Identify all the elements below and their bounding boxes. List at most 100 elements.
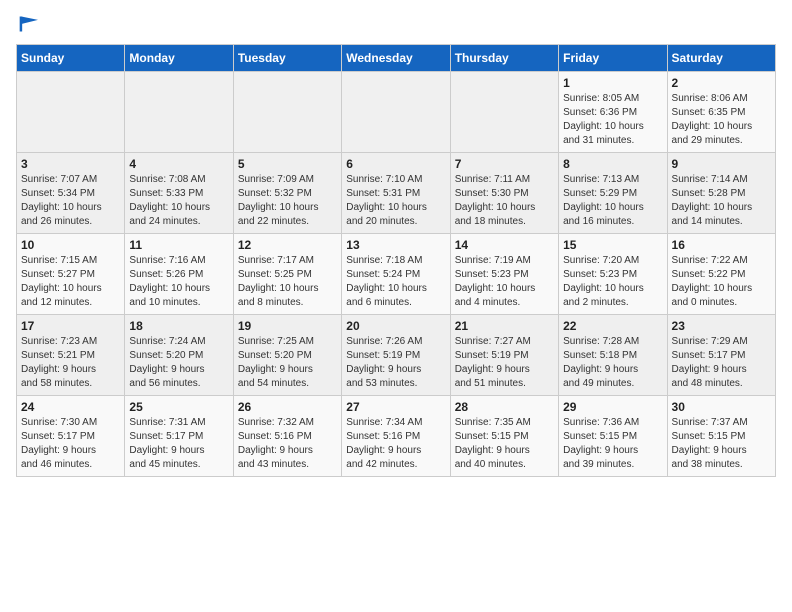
day-number: 14 — [455, 238, 554, 252]
calendar-day-cell: 22 Sunrise: 7:28 AM Sunset: 5:18 PM Dayli… — [559, 315, 667, 396]
calendar-day-cell: 26 Sunrise: 7:32 AM Sunset: 5:16 PM Dayli… — [233, 396, 341, 477]
calendar-day-cell: 28 Sunrise: 7:35 AM Sunset: 5:15 PM Dayli… — [450, 396, 558, 477]
calendar-day-cell: 6 Sunrise: 7:10 AM Sunset: 5:31 PM Daylig… — [342, 153, 450, 234]
calendar-day-cell — [233, 72, 341, 153]
calendar-day-cell: 8 Sunrise: 7:13 AM Sunset: 5:29 PM Daylig… — [559, 153, 667, 234]
logo — [16, 16, 38, 32]
calendar-day-cell: 9 Sunrise: 7:14 AM Sunset: 5:28 PM Daylig… — [667, 153, 775, 234]
day-number: 3 — [21, 157, 120, 171]
day-number: 4 — [129, 157, 228, 171]
calendar-day-cell — [125, 72, 233, 153]
calendar-day-cell: 23 Sunrise: 7:29 AM Sunset: 5:17 PM Dayli… — [667, 315, 775, 396]
calendar-day-cell: 11 Sunrise: 7:16 AM Sunset: 5:26 PM Dayli… — [125, 234, 233, 315]
weekday-header: Sunday — [17, 45, 125, 72]
calendar-day-cell: 10 Sunrise: 7:15 AM Sunset: 5:27 PM Dayli… — [17, 234, 125, 315]
day-number: 27 — [346, 400, 445, 414]
day-info: Sunrise: 7:20 AM Sunset: 5:23 PM Dayligh… — [563, 254, 662, 310]
calendar-day-cell: 13 Sunrise: 7:18 AM Sunset: 5:24 PM Dayli… — [342, 234, 450, 315]
calendar-header: SundayMondayTuesdayWednesdayThursdayFrid… — [17, 45, 776, 72]
weekday-header: Monday — [125, 45, 233, 72]
day-number: 8 — [563, 157, 662, 171]
day-number: 17 — [21, 319, 120, 333]
day-number: 1 — [563, 76, 662, 90]
calendar-day-cell: 21 Sunrise: 7:27 AM Sunset: 5:19 PM Dayli… — [450, 315, 558, 396]
calendar-day-cell: 3 Sunrise: 7:07 AM Sunset: 5:34 PM Daylig… — [17, 153, 125, 234]
weekday-header: Friday — [559, 45, 667, 72]
day-number: 15 — [563, 238, 662, 252]
calendar-day-cell: 24Sunrise: 7:30 AM Sunset: 5:17 PM Dayli… — [17, 396, 125, 477]
page-header — [16, 16, 776, 32]
calendar-day-cell: 1 Sunrise: 8:05 AM Sunset: 6:36 PM Daylig… — [559, 72, 667, 153]
day-info: Sunrise: 7:30 AM Sunset: 5:17 PM Dayligh… — [21, 416, 120, 472]
day-info: Sunrise: 7:25 AM Sunset: 5:20 PM Dayligh… — [238, 335, 337, 391]
day-info: Sunrise: 7:35 AM Sunset: 5:15 PM Dayligh… — [455, 416, 554, 472]
calendar-day-cell: 4 Sunrise: 7:08 AM Sunset: 5:33 PM Daylig… — [125, 153, 233, 234]
day-info: Sunrise: 7:10 AM Sunset: 5:31 PM Dayligh… — [346, 173, 445, 229]
day-number: 2 — [672, 76, 771, 90]
day-number: 30 — [672, 400, 771, 414]
day-info: Sunrise: 7:15 AM Sunset: 5:27 PM Dayligh… — [21, 254, 120, 310]
calendar-day-cell: 18Sunrise: 7:24 AM Sunset: 5:20 PM Dayli… — [125, 315, 233, 396]
weekday-header: Wednesday — [342, 45, 450, 72]
day-number: 18 — [129, 319, 228, 333]
day-info: Sunrise: 7:34 AM Sunset: 5:16 PM Dayligh… — [346, 416, 445, 472]
day-number: 21 — [455, 319, 554, 333]
day-info: Sunrise: 7:09 AM Sunset: 5:32 PM Dayligh… — [238, 173, 337, 229]
day-number: 23 — [672, 319, 771, 333]
day-number: 16 — [672, 238, 771, 252]
calendar-day-cell: 12 Sunrise: 7:17 AM Sunset: 5:25 PM Dayli… — [233, 234, 341, 315]
day-number: 20 — [346, 319, 445, 333]
calendar-day-cell: 16 Sunrise: 7:22 AM Sunset: 5:22 PM Dayli… — [667, 234, 775, 315]
day-info: Sunrise: 7:14 AM Sunset: 5:28 PM Dayligh… — [672, 173, 771, 229]
day-number: 13 — [346, 238, 445, 252]
calendar-day-cell: 27 Sunrise: 7:34 AM Sunset: 5:16 PM Dayli… — [342, 396, 450, 477]
day-info: Sunrise: 7:31 AM Sunset: 5:17 PM Dayligh… — [129, 416, 228, 472]
day-number: 10 — [21, 238, 120, 252]
day-info: Sunrise: 7:13 AM Sunset: 5:29 PM Dayligh… — [563, 173, 662, 229]
day-number: 9 — [672, 157, 771, 171]
weekday-header: Saturday — [667, 45, 775, 72]
day-info: Sunrise: 7:07 AM Sunset: 5:34 PM Dayligh… — [21, 173, 120, 229]
logo-flag-icon — [18, 16, 38, 32]
day-number: 6 — [346, 157, 445, 171]
calendar-week-row: 17 Sunrise: 7:23 AM Sunset: 5:21 PM Dayli… — [17, 315, 776, 396]
calendar-day-cell: 20 Sunrise: 7:26 AM Sunset: 5:19 PM Dayli… — [342, 315, 450, 396]
day-info: Sunrise: 7:16 AM Sunset: 5:26 PM Dayligh… — [129, 254, 228, 310]
calendar-table: SundayMondayTuesdayWednesdayThursdayFrid… — [16, 44, 776, 477]
day-number: 11 — [129, 238, 228, 252]
day-info: Sunrise: 7:23 AM Sunset: 5:21 PM Dayligh… — [21, 335, 120, 391]
calendar-day-cell: 17 Sunrise: 7:23 AM Sunset: 5:21 PM Dayli… — [17, 315, 125, 396]
day-info: Sunrise: 7:29 AM Sunset: 5:17 PM Dayligh… — [672, 335, 771, 391]
day-number: 29 — [563, 400, 662, 414]
day-info: Sunrise: 7:08 AM Sunset: 5:33 PM Dayligh… — [129, 173, 228, 229]
calendar-week-row: 1 Sunrise: 8:05 AM Sunset: 6:36 PM Daylig… — [17, 72, 776, 153]
day-number: 12 — [238, 238, 337, 252]
day-info: Sunrise: 8:05 AM Sunset: 6:36 PM Dayligh… — [563, 92, 662, 148]
day-number: 19 — [238, 319, 337, 333]
day-info: Sunrise: 7:18 AM Sunset: 5:24 PM Dayligh… — [346, 254, 445, 310]
day-info: Sunrise: 7:28 AM Sunset: 5:18 PM Dayligh… — [563, 335, 662, 391]
day-number: 7 — [455, 157, 554, 171]
calendar-day-cell: 29 Sunrise: 7:36 AM Sunset: 5:15 PM Dayli… — [559, 396, 667, 477]
weekday-header: Thursday — [450, 45, 558, 72]
calendar-day-cell: 5 Sunrise: 7:09 AM Sunset: 5:32 PM Daylig… — [233, 153, 341, 234]
calendar-day-cell: 14Sunrise: 7:19 AM Sunset: 5:23 PM Dayli… — [450, 234, 558, 315]
day-info: Sunrise: 7:17 AM Sunset: 5:25 PM Dayligh… — [238, 254, 337, 310]
day-info: Sunrise: 7:36 AM Sunset: 5:15 PM Dayligh… — [563, 416, 662, 472]
day-number: 26 — [238, 400, 337, 414]
calendar-day-cell: 7Sunrise: 7:11 AM Sunset: 5:30 PM Daylig… — [450, 153, 558, 234]
day-info: Sunrise: 7:32 AM Sunset: 5:16 PM Dayligh… — [238, 416, 337, 472]
day-number: 5 — [238, 157, 337, 171]
day-info: Sunrise: 7:22 AM Sunset: 5:22 PM Dayligh… — [672, 254, 771, 310]
calendar-day-cell: 30 Sunrise: 7:37 AM Sunset: 5:15 PM Dayli… — [667, 396, 775, 477]
calendar-week-row: 24Sunrise: 7:30 AM Sunset: 5:17 PM Dayli… — [17, 396, 776, 477]
calendar-day-cell: 2Sunrise: 8:06 AM Sunset: 6:35 PM Daylig… — [667, 72, 775, 153]
calendar-day-cell: 15 Sunrise: 7:20 AM Sunset: 5:23 PM Dayli… — [559, 234, 667, 315]
day-number: 28 — [455, 400, 554, 414]
calendar-day-cell: 25Sunrise: 7:31 AM Sunset: 5:17 PM Dayli… — [125, 396, 233, 477]
day-info: Sunrise: 7:27 AM Sunset: 5:19 PM Dayligh… — [455, 335, 554, 391]
calendar-day-cell — [342, 72, 450, 153]
day-info: Sunrise: 7:26 AM Sunset: 5:19 PM Dayligh… — [346, 335, 445, 391]
day-info: Sunrise: 7:37 AM Sunset: 5:15 PM Dayligh… — [672, 416, 771, 472]
day-number: 22 — [563, 319, 662, 333]
